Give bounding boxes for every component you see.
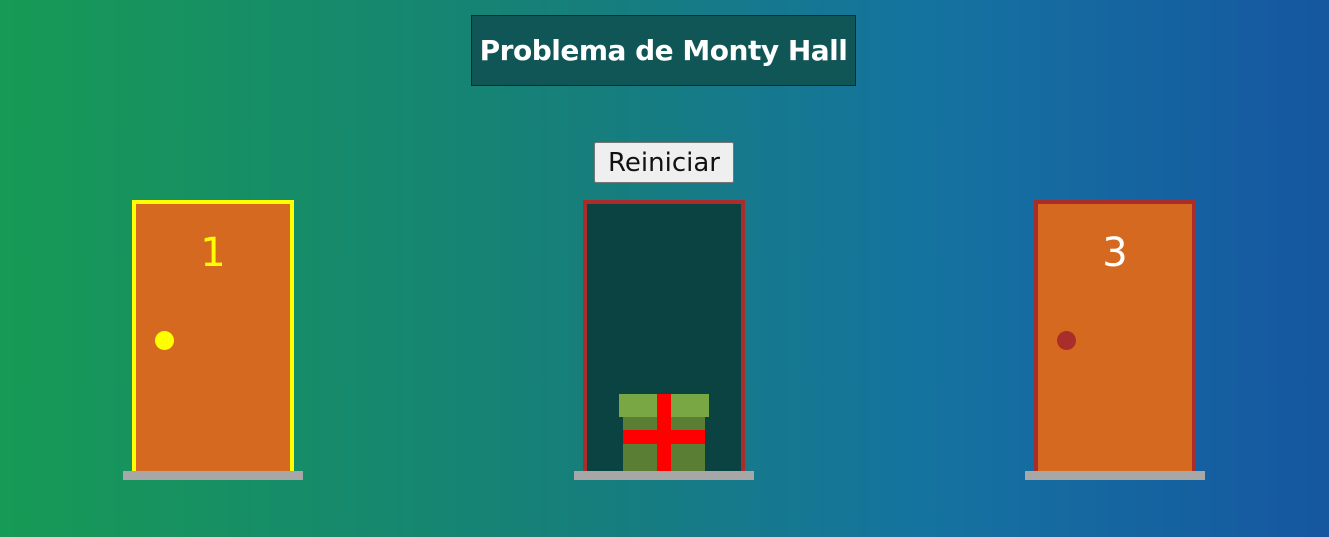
door-knob-icon — [155, 331, 174, 350]
door-3[interactable]: 3 — [1034, 200, 1196, 472]
door-step — [123, 471, 303, 480]
door-step — [1025, 471, 1205, 480]
door-step — [574, 471, 754, 480]
gift-ribbon-horizontal — [623, 430, 705, 444]
door-knob-icon — [1057, 331, 1076, 350]
door-3-container: 3 — [1025, 200, 1205, 480]
door-2[interactable] — [583, 200, 745, 472]
door-number: 3 — [1102, 230, 1128, 276]
door-1[interactable]: 1 — [132, 200, 294, 472]
door-1-container: 1 — [123, 200, 303, 480]
door-number: 1 — [200, 230, 226, 276]
reset-button[interactable]: Reiniciar — [594, 142, 734, 183]
door-2-container — [574, 200, 754, 480]
page-title: Problema de Monty Hall — [471, 15, 856, 86]
gift-icon — [619, 394, 709, 472]
